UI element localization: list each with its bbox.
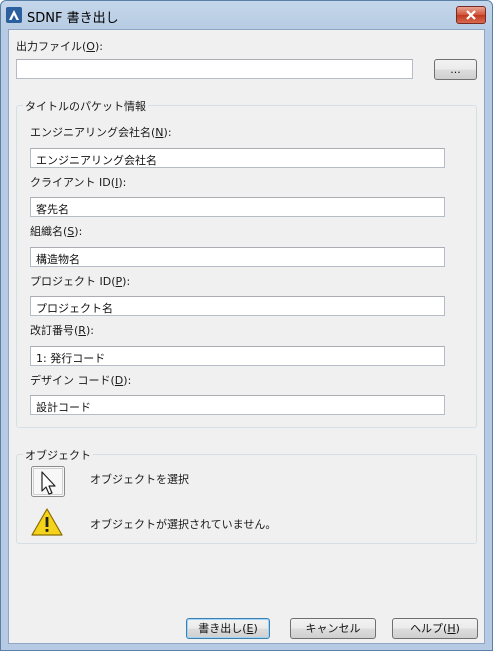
- project-id-label: プロジェクト ID(P):: [30, 275, 131, 288]
- output-file-input[interactable]: [16, 59, 413, 79]
- select-objects-icon: [31, 466, 65, 497]
- client-id-input[interactable]: 客先名: [30, 197, 445, 217]
- organization-label: 組織名(S):: [30, 225, 83, 238]
- object-group-title: オブジェクト: [23, 447, 93, 463]
- design-code-label: デザイン コード(D):: [30, 374, 132, 387]
- no-objects-warning: オブジェクトが選択されていません。: [90, 518, 277, 531]
- project-id-input[interactable]: プロジェクト名: [30, 296, 445, 316]
- design-code-input[interactable]: 設計コード: [30, 395, 445, 415]
- revision-number-input[interactable]: 1: 発行コード: [30, 346, 445, 366]
- organization-input[interactable]: 構造物名: [30, 247, 445, 267]
- close-button[interactable]: [456, 6, 486, 24]
- export-button[interactable]: 書き出し(E): [186, 618, 270, 639]
- browse-button[interactable]: ...: [434, 59, 477, 80]
- title-bar[interactable]: SDNF 書き出し: [1, 1, 492, 29]
- title-packet-group-title: タイトルのパケット情報: [23, 98, 148, 114]
- revision-number-label: 改訂番号(R):: [30, 324, 94, 337]
- cancel-button[interactable]: キャンセル: [290, 618, 376, 639]
- output-file-label: 出力ファイル(O):: [16, 40, 103, 53]
- warning-icon: [31, 508, 63, 536]
- close-icon: [466, 10, 476, 20]
- client-id-label: クライアント ID(I):: [30, 176, 127, 189]
- select-objects-label: オブジェクトを選択: [90, 473, 189, 486]
- help-button[interactable]: ヘルプ(H): [392, 618, 478, 639]
- window-title: SDNF 書き出し: [27, 11, 119, 26]
- engineering-company-input[interactable]: エンジニアリング会社名: [30, 148, 445, 168]
- engineering-company-label: エンジニアリング会社名(N):: [30, 126, 172, 139]
- dialog-body: 出力ファイル(O): ... タイトルのパケット情報 エンジニアリング会社名(N…: [8, 29, 485, 644]
- autocad-app-icon: [6, 7, 22, 23]
- sdnf-export-dialog: SDNF 書き出し 出力ファイル(O): ... タイトルのパケット情報 エンジ…: [0, 0, 493, 651]
- select-objects-button[interactable]: [31, 466, 65, 497]
